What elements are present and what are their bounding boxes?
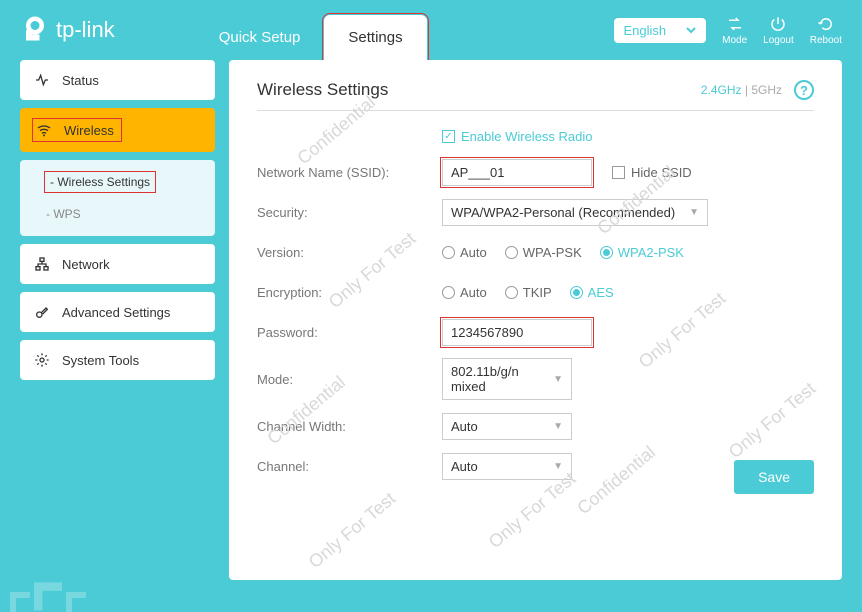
logout-icon bbox=[769, 15, 787, 33]
version-label: Version: bbox=[257, 245, 442, 260]
channel-label: Channel: bbox=[257, 459, 442, 474]
sidebar: Status Wireless - Wireless Settings - WP… bbox=[20, 60, 215, 580]
mode-icon bbox=[726, 15, 744, 33]
save-button[interactable]: Save bbox=[734, 460, 814, 494]
reboot-icon bbox=[817, 15, 835, 33]
title-row: Wireless Settings 2.4GHz | 5GHz ? bbox=[257, 80, 814, 111]
chevron-down-icon: ▼ bbox=[553, 374, 563, 385]
encryption-label: Encryption: bbox=[257, 285, 442, 300]
security-label: Security: bbox=[257, 205, 442, 220]
sidebar-item-advanced[interactable]: Advanced Settings bbox=[20, 292, 215, 332]
tab-quick-setup[interactable]: Quick Setup bbox=[195, 15, 325, 60]
chevron-down-icon bbox=[686, 25, 696, 35]
logout-button[interactable]: Logout bbox=[763, 15, 794, 46]
brand-text: tp-link bbox=[56, 17, 115, 43]
top-tabs: Quick Setup Settings bbox=[195, 0, 427, 60]
sidebar-item-system-tools[interactable]: System Tools bbox=[20, 340, 215, 380]
tplink-icon bbox=[20, 15, 50, 45]
chevron-down-icon: ▼ bbox=[553, 461, 563, 472]
form: Enable Wireless Radio Network Name (SSID… bbox=[257, 129, 814, 480]
enc-tkip-radio[interactable]: TKIP bbox=[505, 285, 552, 300]
version-wpa-radio[interactable]: WPA-PSK bbox=[505, 245, 582, 260]
chevron-down-icon: ▼ bbox=[689, 207, 699, 218]
tab-settings[interactable]: Settings bbox=[324, 15, 426, 60]
channel-width-label: Channel Width: bbox=[257, 419, 442, 434]
brand-logo: tp-link bbox=[20, 15, 115, 45]
header: tp-link Quick Setup Settings English Mod… bbox=[0, 0, 862, 60]
chevron-down-icon: ▼ bbox=[553, 421, 563, 432]
password-label: Password: bbox=[257, 325, 442, 340]
security-select[interactable]: WPA/WPA2-Personal (Recommended)▼ bbox=[442, 199, 708, 226]
language-value: English bbox=[624, 23, 667, 38]
band-switch[interactable]: 2.4GHz | 5GHz bbox=[701, 83, 782, 97]
reboot-button[interactable]: Reboot bbox=[810, 15, 842, 46]
sidebar-item-network[interactable]: Network bbox=[20, 244, 215, 284]
version-wpa2-radio[interactable]: WPA2-PSK bbox=[600, 245, 684, 260]
enable-wireless-checkbox[interactable]: Enable Wireless Radio bbox=[442, 129, 814, 144]
footer-decoration bbox=[10, 592, 86, 612]
header-right: English Mode Logout Reboot bbox=[614, 15, 843, 46]
gear-icon bbox=[34, 352, 50, 368]
mode-button[interactable]: Mode bbox=[722, 15, 747, 46]
checkbox-icon bbox=[612, 166, 625, 179]
wireless-icon bbox=[36, 122, 52, 138]
sidebar-item-status[interactable]: Status bbox=[20, 60, 215, 100]
ssid-input[interactable] bbox=[442, 159, 592, 186]
content-panel: Confidential Only For Test Confidential … bbox=[229, 60, 842, 580]
network-icon bbox=[34, 256, 50, 272]
mode-label: Mode: bbox=[257, 372, 442, 387]
ssid-label: Network Name (SSID): bbox=[257, 165, 442, 180]
enc-aes-radio[interactable]: AES bbox=[570, 285, 614, 300]
sidebar-submenu: - Wireless Settings - WPS bbox=[20, 160, 215, 236]
body: Status Wireless - Wireless Settings - WP… bbox=[0, 60, 862, 600]
checkbox-icon bbox=[442, 130, 455, 143]
language-select[interactable]: English bbox=[614, 18, 707, 43]
channel-select[interactable]: Auto▼ bbox=[442, 453, 572, 480]
password-input[interactable] bbox=[442, 319, 592, 346]
help-button[interactable]: ? bbox=[794, 80, 814, 100]
advanced-icon bbox=[34, 304, 50, 320]
sidebar-sub-wireless-settings[interactable]: - Wireless Settings bbox=[20, 166, 215, 198]
version-auto-radio[interactable]: Auto bbox=[442, 245, 487, 260]
mode-select[interactable]: 802.11b/g/n mixed▼ bbox=[442, 358, 572, 400]
sidebar-sub-wps[interactable]: - WPS bbox=[20, 198, 215, 230]
hide-ssid-checkbox[interactable]: Hide SSID bbox=[612, 165, 692, 180]
status-icon bbox=[34, 72, 50, 88]
page-title: Wireless Settings bbox=[257, 80, 388, 100]
channel-width-select[interactable]: Auto▼ bbox=[442, 413, 572, 440]
enc-auto-radio[interactable]: Auto bbox=[442, 285, 487, 300]
sidebar-item-wireless[interactable]: Wireless bbox=[20, 108, 215, 152]
